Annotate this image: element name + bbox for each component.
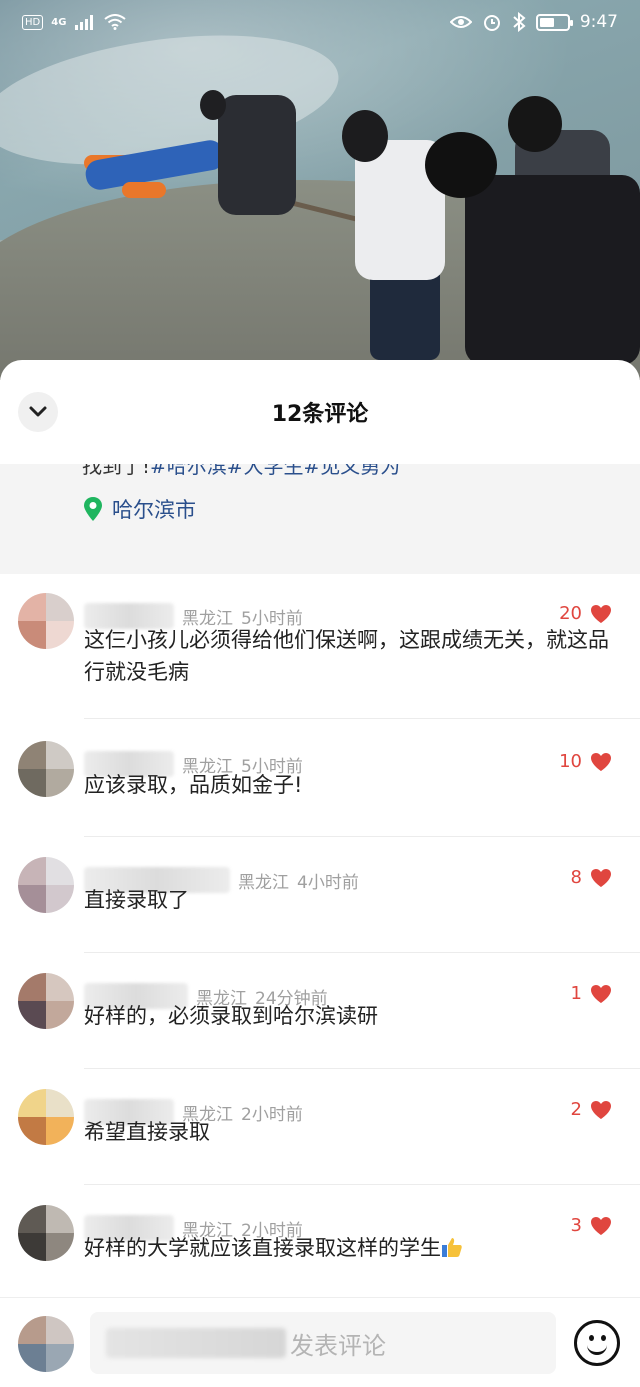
comment-text: 应该录取，品质如金子! [84, 773, 303, 797]
student-black-head [425, 132, 497, 198]
input-blurred-content [106, 1328, 286, 1358]
emoji-eye-left [589, 1335, 594, 1341]
thumbs-up-emoji-icon [442, 1238, 462, 1257]
collapse-button[interactable] [18, 392, 58, 432]
wifi-icon [104, 14, 127, 30]
post-hashtags[interactable]: #哈尔滨#大学生#见义勇为 [150, 464, 400, 478]
student-white-head [342, 110, 388, 162]
post-caption-text: 找到了! [82, 464, 151, 478]
hd-indicator: HD [22, 14, 44, 30]
comment-input[interactable]: 发表评论 [90, 1312, 556, 1374]
comment-item[interactable]: 黑龙江 5小时前 20 这仨小孩儿必须得给他们保送啊，这跟成绩无关，就这品行就没毛病 [0, 573, 640, 719]
emoji-mouth [587, 1343, 607, 1355]
signal-icon [75, 15, 94, 30]
chevron-down-icon [29, 406, 47, 417]
sheet-header: 12条评论 [0, 360, 640, 464]
rescuer-head [200, 90, 226, 120]
like-count: 20 [559, 603, 582, 624]
comment-text: 这仨小孩儿必须得给他们保送啊，这跟成绩无关，就这品行就没毛病 [84, 628, 609, 684]
location-name: 哈尔滨市 [112, 498, 196, 522]
commenter-avatar[interactable] [18, 857, 74, 913]
post-location[interactable]: 哈尔滨市 [84, 494, 196, 524]
comment-text: 好样的，必须录取到哈尔滨读研 [84, 1004, 378, 1028]
battery-icon [535, 13, 573, 31]
clock: 9:47 [579, 12, 618, 32]
comment-sheet: 12条评论 找到了!#哈尔滨#大学生#见义勇为 哈尔滨市 黑龙江 5小时前 20 这仨… [0, 360, 640, 1387]
post-summary: 找到了!#哈尔滨#大学生#见义勇为 哈尔滨市 [0, 464, 640, 574]
student-black-figure [465, 175, 640, 365]
video-frame[interactable] [0, 0, 640, 380]
comment-item[interactable]: 黑龙江 2小时前 2 希望直接录取 [0, 1069, 640, 1185]
commenter-avatar[interactable] [18, 741, 74, 797]
heart-icon [591, 604, 611, 623]
comment-input-bar: 发表评论 [0, 1297, 640, 1387]
comment-item[interactable]: 黑龙江 5小时前 10 应该录取，品质如金子! [0, 719, 640, 837]
commenter-avatar[interactable] [18, 973, 74, 1029]
comment-count-title: 12条评论 [271, 402, 369, 427]
child-figure-boots [122, 182, 166, 198]
my-avatar[interactable] [18, 1316, 74, 1372]
comment-item[interactable]: 黑龙江 2小时前 3 好样的大学就应该直接录取这样的学生 [0, 1185, 640, 1297]
comment-item[interactable]: 黑龙江 4小时前 8 直接录取了 [0, 837, 640, 953]
rescuer-figure [218, 95, 296, 215]
commenter-avatar[interactable] [18, 1089, 74, 1145]
comment-item[interactable]: 黑龙江 24分钟前 1 好样的，必须录取到哈尔滨读研 [0, 953, 640, 1069]
commenter-avatar[interactable] [18, 1205, 74, 1261]
alarm-icon [483, 15, 500, 31]
emoji-eye-right [601, 1335, 606, 1341]
student-gray-head [508, 96, 562, 152]
network-type: 4G [51, 16, 67, 28]
comment-input-placeholder: 发表评论 [290, 1331, 386, 1360]
commenter-avatar[interactable] [18, 593, 74, 649]
comment-text: 好样的大学就应该直接录取这样的学生 [84, 1232, 620, 1264]
location-pin-icon [84, 497, 102, 521]
eye-comfort-icon [449, 16, 472, 28]
status-bar: HD 4G 9:47 [0, 0, 640, 44]
post-caption: 找到了!#哈尔滨#大学生#见义勇为 [82, 464, 400, 479]
comment-text: 希望直接录取 [84, 1120, 210, 1144]
emoji-button[interactable] [574, 1320, 620, 1366]
comment-text: 直接录取了 [84, 888, 189, 912]
bluetooth-icon [513, 12, 526, 32]
like-button[interactable]: 20 [559, 603, 612, 624]
